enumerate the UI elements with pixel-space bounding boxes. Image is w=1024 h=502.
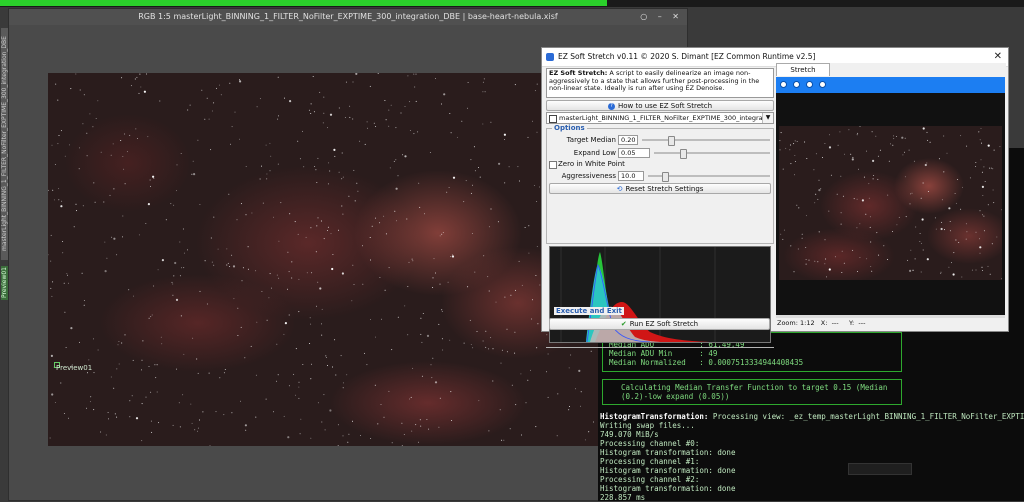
expand-low-slider[interactable] [654,149,770,159]
aggressiveness-slider[interactable] [648,172,770,182]
view-selector-value: masterLight_BINNING_1_FILTER_NoFilter_EX… [559,114,771,122]
check-icon: ✔ [620,320,627,328]
reset-label: Reset Stretch Settings [625,185,704,193]
console-line: 749.070 MiB/s [600,430,659,439]
aggressiveness-input[interactable]: 10.0 [618,171,644,181]
reset-icon: ⟲ [616,185,623,193]
zoom-label: Zoom: 1:12 [777,319,815,327]
console-line: Processing channel #2: [600,475,700,484]
zero-white-checkbox[interactable] [549,161,557,169]
slider-handle[interactable] [680,149,687,159]
ht-prefix: HistogramTransformation: [600,412,709,421]
zero-white-label: Zero in White Point [558,160,625,168]
zoom-readout: Zoom: 1:12 X: --- Y: --- [777,319,865,327]
preview-image[interactable] [779,126,1002,280]
console-line: Writing swap files... [600,421,695,430]
help-icon: ? [607,102,615,110]
ht-rest: Processing view: _ez_temp_masterLight_BI… [712,412,1024,421]
description-box: EZ Soft Stretch: A script to easily deli… [546,68,774,98]
zoom-fit-icon[interactable] [806,81,813,88]
expand-low-input[interactable]: 0.05 [618,148,650,158]
console-line: Histogram transformation: done [600,484,736,493]
how-to-button[interactable]: ? How to use EZ Soft Stretch [546,100,774,111]
stat-line: Median Normalized : 0.000751333494440843… [609,358,804,367]
top-bar [0,0,1024,7]
star-field [48,73,598,446]
preview-viewport[interactable] [776,93,1005,315]
y-readout: Y: --- [848,319,866,327]
stat-line: Median ADU Min : 49 [609,349,718,358]
watermark-logo [848,463,912,475]
dialog-title: EZ Soft Stretch v0.11 © 2020 S. Dimant [… [558,52,816,61]
preview-toolbar [776,77,1005,93]
reset-stretch-button[interactable]: ⟲ Reset Stretch Settings [549,183,771,194]
progress-strip [0,0,607,6]
console-line: Processing channel #1: [600,457,700,466]
execute-divider [546,347,774,348]
slider-handle[interactable] [662,172,669,182]
options-label: Options [552,124,587,132]
expand-low-label: Expand Low [573,149,616,157]
view-selector[interactable]: masterLight_BINNING_1_FILTER_NoFilter_EX… [546,112,774,124]
run-label: Run EZ Soft Stretch [629,320,699,328]
window-icon [549,115,557,123]
calc-message: Calculating Median Transfer Function to … [621,383,888,401]
console-line: Histogram transformation: done [600,448,736,457]
chevron-down-icon[interactable]: ▼ [762,113,773,123]
app-icon [546,53,554,61]
zoom-actual-icon[interactable] [819,81,826,88]
preview-label: Preview01 [56,364,93,372]
tab-stretch-preview[interactable]: Stretch Preview [776,63,830,87]
preview-scrollbar[interactable] [776,315,1005,318]
stretch-preview-panel: Stretch Preview Zoom: 1:12 X: --- Y: --- [776,63,1006,330]
window-controls[interactable]: ○ – ✕ [640,9,683,25]
execute-label: Execute and Exit [554,307,624,315]
target-median-label: Target Median [566,136,616,144]
image-window-title: RGB 1:5 masterLight_BINNING_1_FILTER_NoF… [138,12,558,21]
console-output: HistogramTransformation: Processing view… [600,412,1024,502]
x-readout: X: --- [820,319,839,327]
run-stretch-button[interactable]: ✔ Run EZ Soft Stretch [549,318,770,330]
nebula-image[interactable] [48,73,598,446]
aggressiveness-label: Aggressiveness [561,172,616,180]
how-to-label: How to use EZ Soft Stretch [617,102,713,110]
calc-message-box: Calculating Median Transfer Function to … [602,379,902,405]
target-median-input[interactable]: 0.20 [618,135,638,145]
target-median-slider[interactable] [642,136,770,146]
image-window-titlebar[interactable]: RGB 1:5 masterLight_BINNING_1_FILTER_NoF… [9,9,687,25]
preview-star-field [779,126,1002,280]
console-line: Processing channel #0: [600,439,700,448]
zoom-out-icon[interactable] [793,81,800,88]
zoom-in-icon[interactable] [780,81,787,88]
slider-handle[interactable] [668,136,675,146]
console-line: Histogram transformation: done [600,466,736,475]
